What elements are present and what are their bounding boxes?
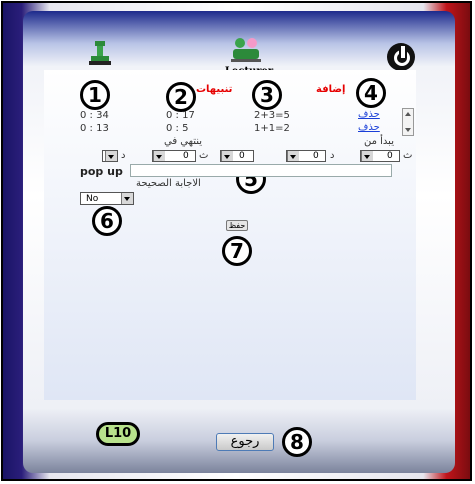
alerts-header: تنبيهات	[196, 84, 233, 95]
starts-at-label: يبدأ من	[364, 136, 394, 147]
row-1-end: 0 : 17	[166, 110, 195, 121]
university-logo-icon	[89, 41, 111, 65]
back-button[interactable]: رجوع	[216, 433, 274, 451]
row-1-start: 0 : 34	[80, 110, 109, 121]
add-link[interactable]: إضافة	[316, 84, 345, 95]
ends-at-label: ينتهي في	[164, 136, 203, 147]
row-1-delete-link[interactable]: حذف	[358, 109, 380, 120]
ends-seconds-select[interactable]: 0	[152, 150, 196, 162]
row-2-delete-link[interactable]: حذف	[358, 122, 380, 133]
row-2-question: 1+1=2	[254, 123, 290, 134]
callout-8: 8	[282, 427, 312, 457]
callout-4: 4	[356, 78, 386, 108]
level-badge: L10	[96, 422, 140, 446]
callout-1: 1	[80, 80, 110, 110]
save-button[interactable]: حفظ	[226, 220, 248, 231]
callout-2: 2	[166, 82, 196, 112]
callout-3: 3	[252, 80, 282, 110]
starts-seconds-select[interactable]: 0	[360, 150, 400, 162]
correct-answer-label: الاجابة الصحيحة	[136, 178, 201, 189]
lecturer-icon	[231, 38, 261, 62]
starts-minutes-unit: د	[330, 150, 335, 161]
ends-extra-select[interactable]: 0	[220, 150, 254, 162]
popup-input[interactable]	[130, 164, 392, 177]
starts-seconds-unit: ث	[403, 150, 413, 161]
callout-6: 6	[92, 206, 122, 236]
correct-answer-select[interactable]: No	[80, 192, 134, 205]
ends-seconds-unit: ث	[199, 150, 209, 161]
starts-minutes-select[interactable]: 0	[286, 150, 326, 162]
row-2-end: 0 : 5	[166, 123, 189, 134]
list-scrollbar[interactable]	[402, 108, 414, 136]
popup-label: pop up	[80, 165, 123, 178]
row-2-start: 0 : 13	[80, 123, 109, 134]
power-icon[interactable]	[387, 43, 415, 71]
ends-minutes-unit: د	[121, 150, 126, 161]
row-1-question: 2+3=5	[254, 110, 290, 121]
callout-7: 7	[222, 236, 252, 266]
ends-minutes-select[interactable]: 0	[102, 150, 118, 162]
